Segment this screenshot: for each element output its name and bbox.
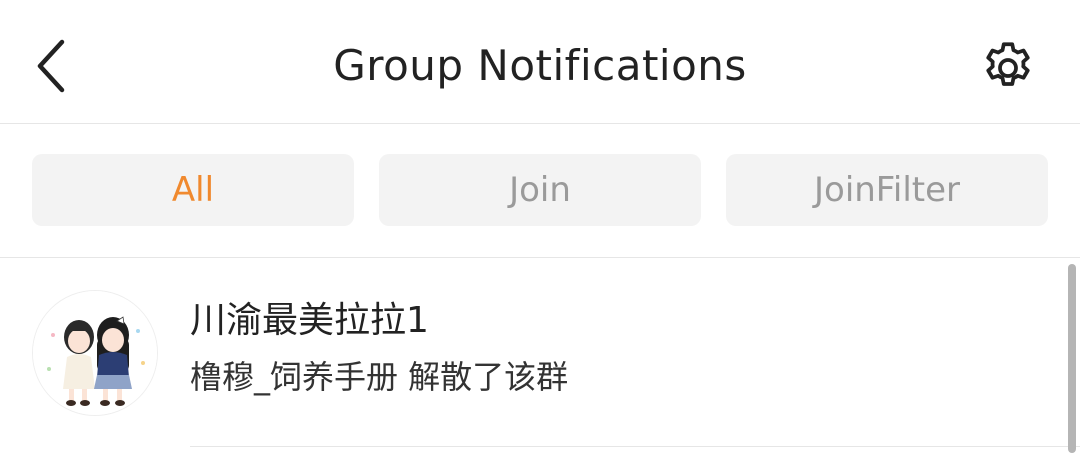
item-divider: [190, 446, 1080, 447]
gear-icon: [986, 42, 1030, 86]
page-title: Group Notifications: [333, 41, 747, 90]
tab-join-filter[interactable]: JoinFilter: [726, 154, 1048, 226]
notification-list: 川渝最美拉拉1 橹穆_饲养手册 解散了该群: [0, 258, 1080, 453]
group-avatar: [32, 290, 158, 416]
group-name: 川渝最美拉拉1: [190, 300, 429, 341]
scrollbar[interactable]: [1068, 264, 1076, 453]
tab-all[interactable]: All: [32, 154, 354, 226]
top-app-bar: Group Notifications: [0, 0, 1080, 124]
settings-button[interactable]: [968, 28, 1048, 108]
notification-item[interactable]: 川渝最美拉拉1 橹穆_饲养手册 解散了该群: [0, 258, 1080, 448]
filter-tabs: All Join JoinFilter: [0, 124, 1080, 258]
notification-message: 橹穆_饲养手册 解散了该群: [190, 358, 569, 396]
group-avatar-illustration: [33, 291, 157, 415]
tab-join[interactable]: Join: [379, 154, 701, 226]
